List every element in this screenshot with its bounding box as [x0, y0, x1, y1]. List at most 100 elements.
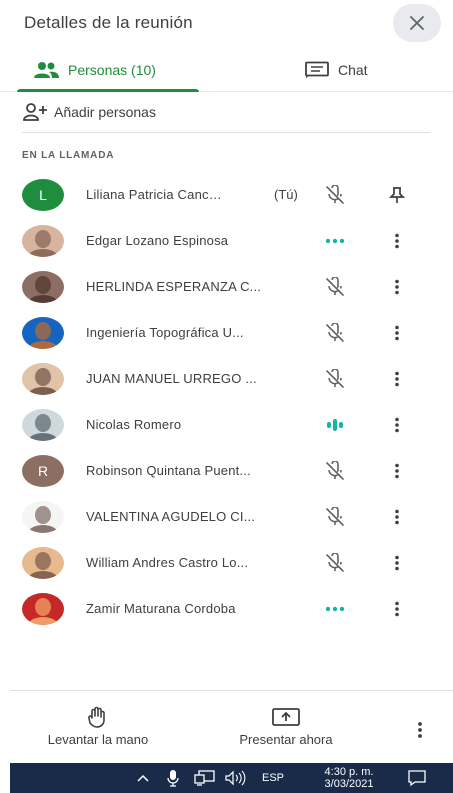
more-vert-icon [395, 417, 399, 433]
participant-row[interactable]: Edgar Lozano Espinosa [0, 218, 453, 264]
participant-name: JUAN MANUEL URREGO ... [86, 371, 257, 386]
notification-icon [408, 770, 426, 787]
more-vert-icon [395, 509, 399, 525]
participant-row[interactable]: Nicolas Romero [0, 402, 453, 448]
avatar-initial: L [39, 187, 47, 203]
participant-row[interactable]: William Andres Castro Lo... [0, 540, 453, 586]
show-hidden-icons-button[interactable] [136, 763, 150, 793]
avatar-photo [22, 501, 64, 533]
divider [22, 132, 430, 133]
participant-more-button[interactable] [387, 598, 407, 620]
participant-audio-status [322, 506, 348, 528]
tab-people[interactable]: Personas (10) [32, 48, 156, 92]
participant-row[interactable]: Zamir Maturana Cordoba [0, 586, 453, 632]
participant-row[interactable]: VALENTINA AGUDELO CI... [0, 494, 453, 540]
footer-divider [10, 690, 453, 691]
raise-hand-button[interactable]: Levantar la mano [26, 706, 170, 747]
participant-name: VALENTINA AGUDELO CI... [86, 509, 256, 524]
tab-bar: Personas (10) Chat [0, 48, 453, 92]
chevron-up-icon [137, 774, 149, 782]
mic-off-icon [326, 553, 344, 572]
section-label: EN LA LLAMADA [22, 150, 115, 161]
chat-icon [305, 61, 329, 78]
avatar [22, 225, 64, 257]
windows-taskbar: ESP 4:30 p. m. 3/03/2021 [10, 763, 453, 793]
participant-audio-status [322, 598, 348, 620]
mic-off-icon [326, 369, 344, 388]
participant-row[interactable]: HERLINDA ESPERANZA C... [0, 264, 453, 310]
avatar-photo [22, 363, 64, 395]
audio-idle-dots-icon [325, 238, 345, 244]
participant-audio-status [322, 184, 348, 206]
present-now-label: Presentar ahora [239, 732, 333, 747]
participant-name: Zamir Maturana Cordoba [86, 601, 236, 616]
participant-more-button[interactable] [387, 276, 407, 298]
participant-row[interactable]: JUAN MANUEL URREGO ... [0, 356, 453, 402]
participant-name: Nicolas Romero [86, 417, 182, 432]
notifications-button[interactable] [407, 763, 427, 793]
panel-header: Detalles de la reunión [0, 0, 453, 48]
taskbar-time: 4:30 p. m. [324, 766, 374, 778]
participant-audio-status [322, 276, 348, 298]
avatar-photo [22, 271, 64, 303]
mic-off-icon [326, 323, 344, 342]
participant-name: Liliana Patricia Canc… [86, 187, 222, 202]
add-people-label: Añadir personas [54, 104, 156, 120]
taskbar-date: 3/03/2021 [324, 778, 374, 790]
participant-row[interactable]: R Robinson Quintana Puent... [0, 448, 453, 494]
participant-row[interactable]: L Liliana Patricia Canc… (Tú) [0, 172, 453, 218]
more-vert-icon [395, 601, 399, 617]
microphone-tray-button[interactable] [166, 763, 180, 793]
add-people-button[interactable]: Añadir personas [22, 100, 156, 124]
avatar-photo [22, 225, 64, 257]
avatar-photo [22, 593, 64, 625]
avatar: R [22, 455, 64, 487]
participant-audio-status [322, 414, 348, 436]
microphone-icon [167, 770, 179, 787]
participant-more-button[interactable] [387, 368, 407, 390]
more-vert-icon [418, 722, 422, 738]
avatar [22, 593, 64, 625]
mic-off-icon [326, 277, 344, 296]
avatar-photo [22, 317, 64, 349]
more-vert-icon [395, 279, 399, 295]
participant-audio-status [322, 322, 348, 344]
people-icon [34, 62, 59, 78]
avatar [22, 363, 64, 395]
close-icon [410, 16, 424, 30]
volume-tray-button[interactable] [224, 763, 246, 793]
pin-button[interactable] [387, 184, 407, 206]
volume-icon [225, 770, 246, 786]
panel-title: Detalles de la reunión [24, 13, 193, 32]
add-person-icon [23, 103, 47, 121]
participant-more-button[interactable] [387, 460, 407, 482]
raise-hand-label: Levantar la mano [47, 732, 149, 747]
tab-chat[interactable]: Chat [304, 48, 368, 92]
taskbar-clock[interactable]: 4:30 p. m. 3/03/2021 [310, 766, 388, 790]
pin-icon [389, 187, 405, 203]
participant-audio-status [322, 460, 348, 482]
participant-more-button[interactable] [387, 506, 407, 528]
participant-name: HERLINDA ESPERANZA C... [86, 279, 262, 294]
participant-more-button[interactable] [387, 230, 407, 252]
network-icon [194, 770, 215, 786]
input-language-indicator[interactable]: ESP [262, 763, 284, 793]
more-vert-icon [395, 371, 399, 387]
participant-more-button[interactable] [387, 414, 407, 436]
active-tab-indicator [17, 89, 199, 92]
participant-row[interactable]: Ingeniería Topográfica U... [0, 310, 453, 356]
participant-more-button[interactable] [387, 552, 407, 574]
mic-off-icon [326, 185, 344, 204]
participant-more-button[interactable] [387, 322, 407, 344]
participant-name: Ingeniería Topográfica U... [86, 325, 244, 340]
tab-chat-label: Chat [338, 62, 368, 78]
mic-off-icon [326, 507, 344, 526]
participant-list: L Liliana Patricia Canc… (Tú) Edgar Lozano … [0, 172, 453, 632]
network-tray-button[interactable] [194, 763, 216, 793]
avatar: L [22, 179, 64, 211]
more-options-button[interactable] [410, 718, 430, 742]
avatar [22, 271, 64, 303]
close-button[interactable] [393, 4, 441, 42]
participant-name: Edgar Lozano Espinosa [86, 233, 229, 248]
present-now-button[interactable]: Presentar ahora [220, 706, 352, 747]
